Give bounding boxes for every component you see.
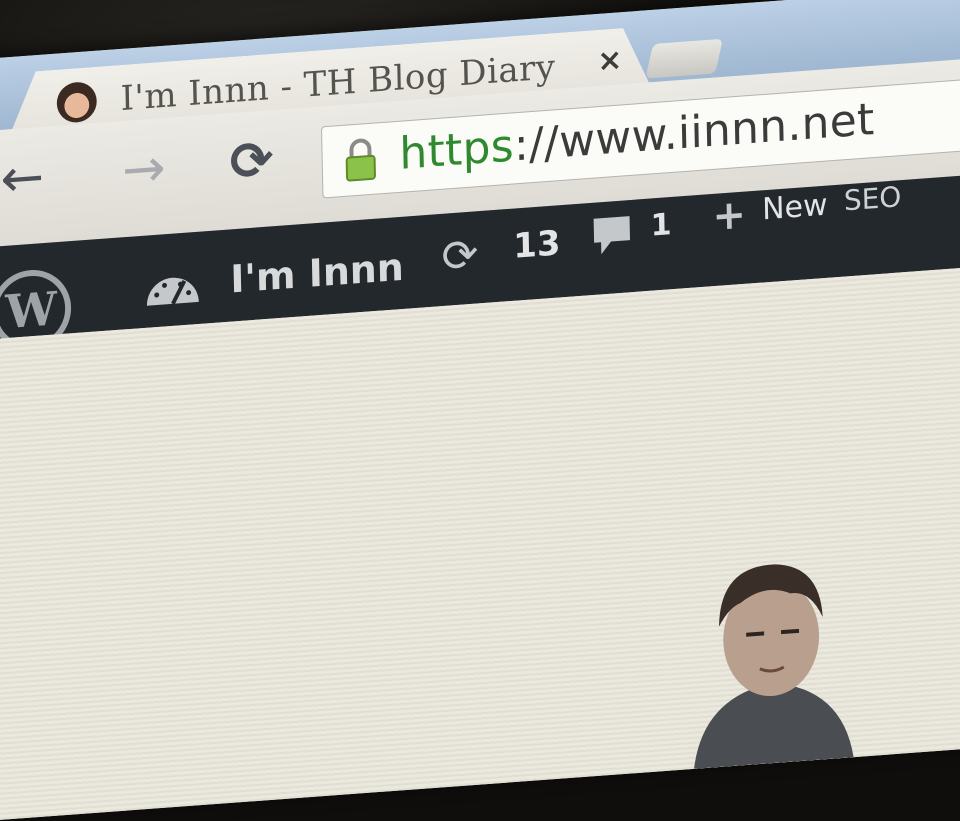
back-button[interactable]: ← xyxy=(0,147,45,210)
avatar-illustration xyxy=(694,564,854,769)
updates-count[interactable]: 13 xyxy=(513,223,561,267)
new-tab-button[interactable] xyxy=(645,38,723,79)
seo-menu[interactable]: SEO xyxy=(844,180,902,217)
url-scheme: https xyxy=(398,120,515,180)
updates-icon[interactable]: ⟳ xyxy=(441,229,479,283)
comments-icon[interactable] xyxy=(591,212,634,259)
browser-window: I'm Innn - TH Blog Diary × ← → ⟳ https:/… xyxy=(0,0,960,821)
new-content-button[interactable]: New xyxy=(762,188,828,228)
tab-close-icon[interactable]: × xyxy=(597,42,623,79)
lock-icon xyxy=(345,138,376,182)
forward-button[interactable]: → xyxy=(122,138,167,201)
reload-button[interactable]: ⟳ xyxy=(229,130,274,193)
plus-icon[interactable]: + xyxy=(712,192,746,241)
comments-count[interactable]: 1 xyxy=(650,207,672,244)
dashboard-icon[interactable] xyxy=(142,266,203,310)
